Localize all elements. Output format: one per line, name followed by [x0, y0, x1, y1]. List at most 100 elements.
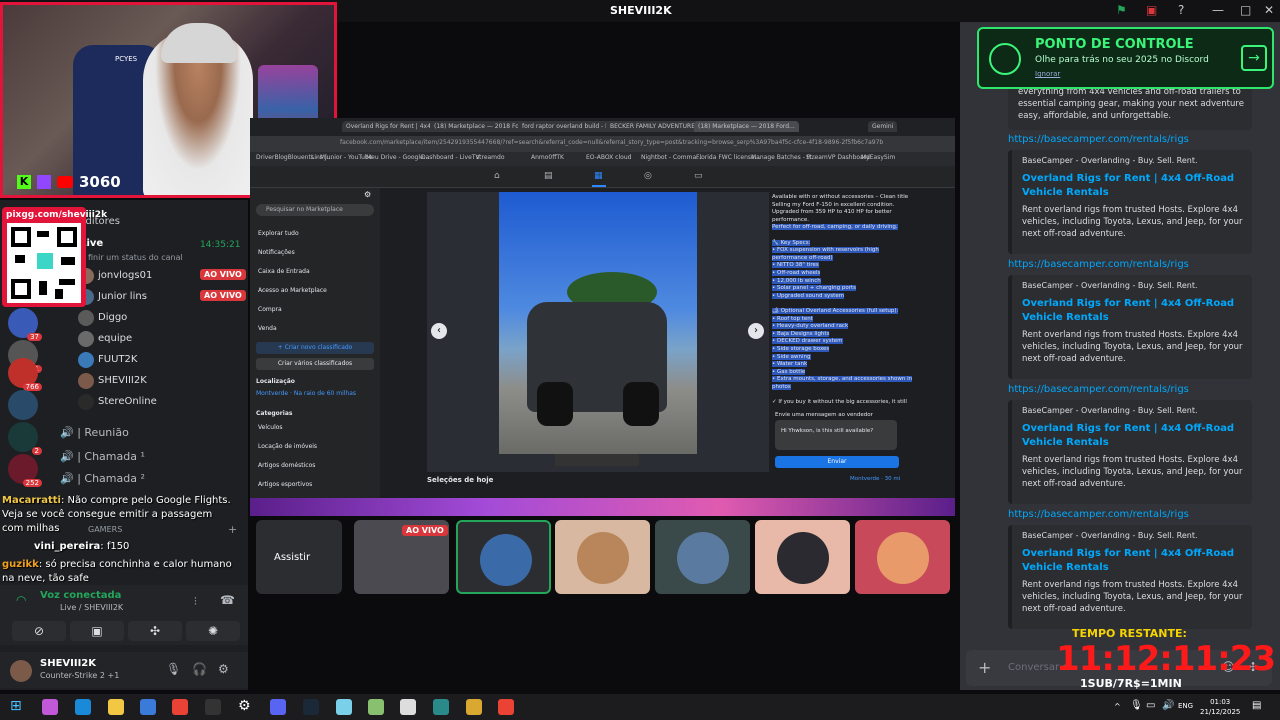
bookmark-item[interactable]: Nightbot - Comma...: [641, 154, 702, 161]
chevron-up-icon[interactable]: ^: [1114, 702, 1121, 711]
message-input[interactable]: Hi Yhwkson, is this still available?: [775, 420, 897, 450]
side-menu-item[interactable]: Caixa de Entrada: [258, 268, 310, 275]
microphone-icon[interactable]: 🎙: [1130, 700, 1143, 711]
category-item[interactable]: Artigos domésticos: [258, 462, 315, 469]
marketplace-icon[interactable]: ▦: [594, 171, 603, 181]
member-name[interactable]: Junior lins: [98, 291, 147, 302]
maximize-icon[interactable]: □: [1240, 3, 1251, 17]
steam-icon[interactable]: [303, 699, 319, 715]
member-name[interactable]: equipe: [98, 333, 132, 344]
voice-channel[interactable]: 🔊 | Reunião: [60, 426, 129, 439]
next-photo-button[interactable]: ›: [748, 323, 764, 339]
member-name[interactable]: Diggo: [98, 312, 127, 323]
embed-title[interactable]: Overland Rigs for Rent | 4x4 Off-Road Ve…: [1022, 422, 1248, 450]
prev-photo-button[interactable]: ‹: [431, 323, 447, 339]
monitor-icon[interactable]: ▣: [1146, 3, 1157, 17]
volume-icon[interactable]: 🔊: [1162, 700, 1174, 711]
url-text[interactable]: facebook.com/marketplace/item/2542919355…: [340, 139, 883, 146]
message-link[interactable]: https://basecamper.com/rentals/rigs: [1008, 509, 1189, 520]
username[interactable]: SHEVIII2K: [40, 658, 96, 669]
member-avatar[interactable]: [78, 394, 94, 410]
location-value[interactable]: Montverde · Na raio de 60 milhas: [256, 390, 356, 397]
dismiss-link[interactable]: Ignorar: [1035, 70, 1060, 78]
member-avatar[interactable]: [78, 331, 94, 347]
close-icon[interactable]: ✕: [1264, 3, 1274, 17]
embed-title[interactable]: Overland Rigs for Rent | 4x4 Off-Road Ve…: [1022, 297, 1248, 325]
copilot-icon[interactable]: [42, 699, 58, 715]
side-menu-item[interactable]: Notificações: [258, 249, 295, 256]
browser-tab[interactable]: BECKER FAMILY ADVENTURES: [606, 121, 703, 132]
server-icon[interactable]: 766: [8, 358, 42, 391]
category-item[interactable]: Locação de imóveis: [258, 443, 317, 450]
voice-channel[interactable]: 🔊 | Chamada ²: [60, 472, 145, 485]
create-listing-button[interactable]: + Criar novo classificado: [256, 342, 374, 354]
flag-icon[interactable]: ⚑: [1116, 3, 1127, 17]
gemini-button[interactable]: Gemini: [868, 121, 898, 132]
participant-tile[interactable]: [456, 520, 551, 594]
channel-status[interactable]: finir um status do canal: [88, 253, 183, 262]
browser-tab[interactable]: (18) Marketplace — 2018 Ford...: [694, 121, 799, 132]
photo-thumbnails[interactable]: [555, 454, 639, 466]
camera-button[interactable]: ⊘: [12, 621, 66, 641]
windows-start-icon[interactable]: ⊞: [10, 698, 22, 714]
server-icon[interactable]: [8, 390, 38, 420]
message-link[interactable]: https://basecamper.com/rentals/rigs: [1008, 259, 1189, 270]
voice-channel-name[interactable]: Live / SHEVIII2K: [60, 603, 123, 612]
activities-button[interactable]: ✣: [128, 621, 182, 641]
bookmark-item[interactable]: EO-ABOX cloud: [586, 154, 631, 161]
participant-tile[interactable]: [555, 520, 650, 594]
participant-tile[interactable]: [855, 520, 950, 594]
headphones-icon[interactable]: 🎧: [192, 662, 207, 676]
noise-suppression-icon[interactable]: ⫶: [194, 595, 197, 609]
bookmark-item[interactable]: streamdo: [476, 154, 505, 161]
avatar[interactable]: [10, 660, 32, 682]
message-link[interactable]: https://basecamper.com/rentals/rigs: [1008, 384, 1189, 395]
side-menu-item[interactable]: Venda: [258, 325, 277, 332]
disconnect-icon[interactable]: ☎: [220, 593, 235, 607]
screen-share-button[interactable]: ▣: [70, 621, 124, 641]
member-name[interactable]: SHEVIII2K: [98, 375, 147, 386]
app-icon[interactable]: [433, 699, 449, 715]
member-name[interactable]: jonvlogs01: [98, 270, 152, 281]
member-name[interactable]: FUUT2K: [98, 354, 137, 365]
gaming-icon[interactable]: ▭: [694, 171, 703, 181]
side-menu-item[interactable]: Acesso ao Marketplace: [258, 287, 327, 294]
category-item[interactable]: Artigos esportivos: [258, 481, 312, 488]
discord-icon[interactable]: [270, 699, 286, 715]
minimize-icon[interactable]: —: [1212, 3, 1224, 17]
member-avatar[interactable]: [78, 310, 94, 326]
category-item[interactable]: Veículos: [258, 424, 283, 431]
network-icon[interactable]: ▭: [1146, 700, 1155, 711]
side-menu-item[interactable]: Compra: [258, 306, 282, 313]
voice-channel[interactable]: 🔊 | Chamada ¹: [60, 450, 145, 463]
voice-status[interactable]: Voz conectada: [40, 590, 121, 601]
chrome-icon[interactable]: [498, 699, 514, 715]
calculator-icon[interactable]: [400, 699, 416, 715]
gear-icon[interactable]: ⚙: [364, 190, 371, 199]
clock[interactable]: 01:03 21/12/2025: [1200, 697, 1240, 717]
listing-location[interactable]: Montverde · 30 mi: [850, 476, 900, 482]
member-avatar[interactable]: [78, 352, 94, 368]
arrow-right-icon[interactable]: →: [1241, 45, 1267, 71]
bookmark-item[interactable]: Anmo0ffTK: [531, 154, 564, 161]
embed-title[interactable]: Overland Rigs for Rent | 4x4 Off-Road Ve…: [1022, 172, 1248, 200]
language-indicator[interactable]: ENG: [1178, 702, 1193, 710]
bookmark-item[interactable]: MyEasySim: [861, 154, 895, 161]
message-link[interactable]: https://basecamper.com/rentals/rigs: [1008, 134, 1189, 145]
app-icon[interactable]: [336, 699, 352, 715]
member-avatar[interactable]: [78, 373, 94, 389]
server-icon[interactable]: 2: [8, 422, 42, 455]
plus-icon[interactable]: +: [978, 658, 991, 677]
bookmark-item[interactable]: Dashboard - LiveTV: [421, 154, 480, 161]
settings-icon[interactable]: ⚙: [238, 698, 251, 714]
embed-title[interactable]: Overland Rigs for Rent | 4x4 Off-Road Ve…: [1022, 547, 1248, 575]
edge-icon[interactable]: [75, 699, 91, 715]
home-icon[interactable]: ⌂: [494, 171, 500, 181]
server-icon[interactable]: 37: [8, 308, 42, 341]
video-icon[interactable]: ▤: [544, 171, 553, 181]
checkpoint-banner[interactable]: PONTO DE CONTROLE Olhe para trás no seu …: [977, 27, 1274, 89]
store-icon[interactable]: [140, 699, 156, 715]
groups-icon[interactable]: ◎: [644, 171, 652, 181]
soundboard-button[interactable]: ✺: [186, 621, 240, 641]
participant-tile[interactable]: [655, 520, 750, 594]
